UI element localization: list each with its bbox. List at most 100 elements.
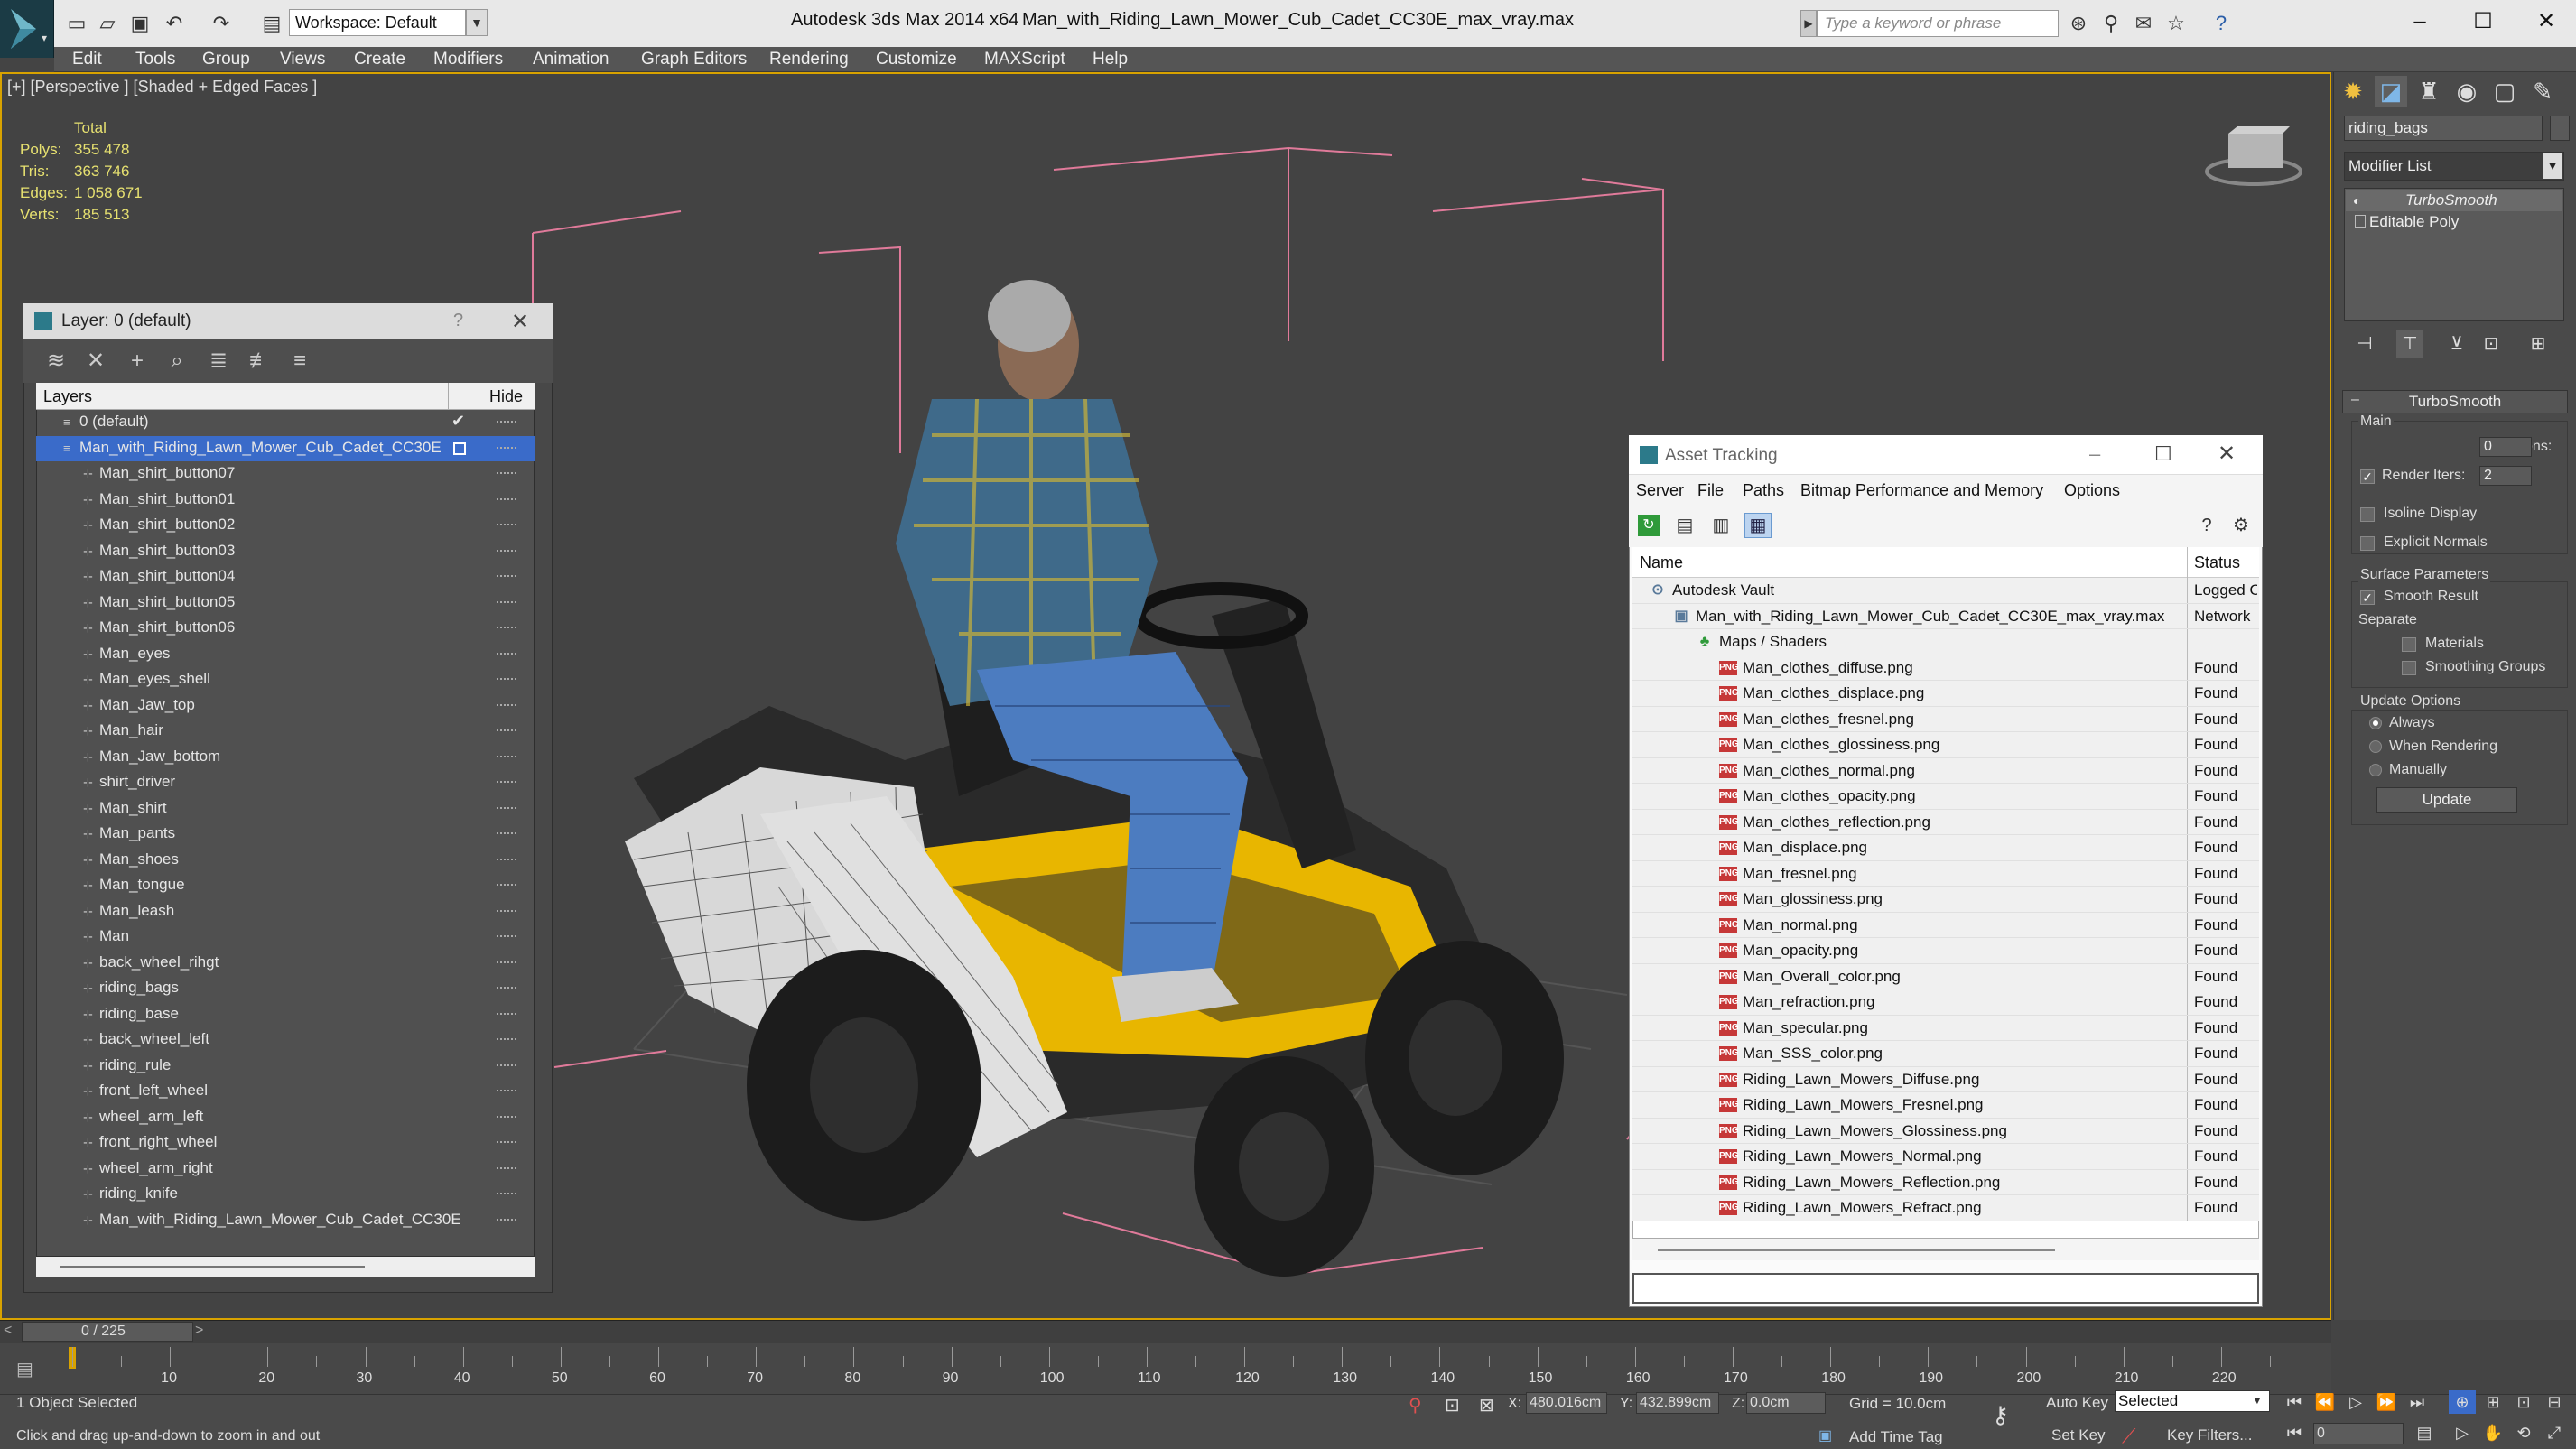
absolute-mode-icon[interactable]: ⊠ xyxy=(1479,1394,1494,1416)
smoothing-groups-checkbox[interactable] xyxy=(2402,661,2416,675)
asset-row[interactable]: PNG Man_clothes_displace.png Found xyxy=(1632,681,2259,707)
workspace-dropdown-icon[interactable]: ▼ xyxy=(466,9,488,36)
layer-row[interactable]: ⊹ Man_Jaw_bottom xyxy=(36,745,535,771)
turbosmooth-rollout-header[interactable]: TurboSmooth xyxy=(2342,390,2568,413)
detail-view-icon[interactable]: ▥ xyxy=(1710,515,1732,536)
hierarchy-tab-icon[interactable]: ♜ xyxy=(2413,76,2445,107)
x-coordinate-field[interactable]: 480.016cm xyxy=(1526,1392,1607,1414)
always-radio[interactable] xyxy=(2369,717,2382,729)
hide-toggle[interactable] xyxy=(497,909,516,913)
rollout-collapse-icon[interactable]: – xyxy=(2351,392,2359,408)
asset-row[interactable]: PNG Riding_Lawn_Mowers_Refract.png Found xyxy=(1632,1195,2259,1221)
remove-modifier-icon[interactable]: ⊡ xyxy=(2478,330,2505,358)
layer-row[interactable]: ⊹ shirt_driver xyxy=(36,770,535,796)
hide-toggle[interactable] xyxy=(497,627,516,629)
refresh-icon[interactable]: ↻ xyxy=(1638,515,1660,536)
asset-path-field[interactable] xyxy=(1632,1273,2259,1304)
add-time-tag[interactable]: Add Time Tag xyxy=(1849,1428,1943,1446)
time-slider[interactable]: < 0 / 225 > xyxy=(0,1320,2331,1343)
layer-row[interactable]: ⊹ Man_shirt_button07 xyxy=(36,461,535,488)
layer-row[interactable]: ⊹ Man_shoes xyxy=(36,848,535,874)
asset-menu-server[interactable]: Server xyxy=(1636,478,1684,502)
table-view-icon[interactable]: ▦ xyxy=(1744,513,1772,538)
lightbulb-icon[interactable]: ◐ xyxy=(2353,190,2360,211)
hide-toggle[interactable] xyxy=(497,858,516,861)
pan-icon[interactable]: ✋ xyxy=(2479,1421,2506,1444)
hide-toggle[interactable] xyxy=(497,1115,516,1119)
menu-create[interactable]: Create xyxy=(354,47,405,72)
save-file-icon[interactable]: ▣ xyxy=(128,12,152,35)
smooth-result-checkbox[interactable]: ✓ xyxy=(2360,590,2375,605)
undo-icon[interactable]: ↶ xyxy=(163,12,186,35)
time-prev-icon[interactable]: < xyxy=(4,1323,12,1339)
asset-close-icon[interactable]: ✕ xyxy=(2218,441,2236,467)
asset-row[interactable]: PNG Man_fresnel.png Found xyxy=(1632,860,2259,887)
project-folder-icon[interactable]: ▤ xyxy=(260,12,284,35)
asset-row[interactable]: PNG Man_refraction.png Found xyxy=(1632,989,2259,1016)
materials-checkbox[interactable] xyxy=(2402,637,2416,652)
hide-toggle[interactable] xyxy=(497,575,516,578)
asset-scrollbar-thumb[interactable] xyxy=(1658,1249,2055,1251)
track-bar[interactable]: ▤ 10 20 30 40 50 60 70 80 90 100 110 120 130 140 150 16… xyxy=(0,1343,2331,1394)
render-iters-spinner[interactable]: 2 xyxy=(2479,466,2532,486)
layer-row[interactable]: ⊹ Man_leash xyxy=(36,899,535,925)
hide-toggle[interactable] xyxy=(497,497,516,501)
asset-row[interactable]: PNG Riding_Lawn_Mowers_Fresnel.png Found xyxy=(1632,1092,2259,1119)
selected-dropdown-chevron-icon[interactable]: ▼ xyxy=(2252,1394,2263,1407)
hide-all-layers-icon[interactable]: ≢ xyxy=(247,348,273,374)
layer-row[interactable]: ⊹ Man_hair xyxy=(36,719,535,745)
menu-group[interactable]: Group xyxy=(202,47,250,72)
play-icon[interactable]: ▷ xyxy=(2342,1390,2369,1414)
asset-row[interactable]: PNG Man_glossiness.png Found xyxy=(1632,887,2259,913)
hide-toggle[interactable] xyxy=(497,755,516,758)
asset-row[interactable]: PNG Man_clothes_fresnel.png Found xyxy=(1632,706,2259,732)
hide-toggle[interactable] xyxy=(497,652,516,655)
hide-toggle[interactable] xyxy=(497,703,516,707)
app-logo-icon[interactable]: ▾ xyxy=(0,0,54,58)
search-expand-icon[interactable]: ▶ xyxy=(1800,10,1817,37)
layer-row[interactable]: ⊹ riding_bags xyxy=(36,976,535,1002)
motion-tab-icon[interactable]: ◉ xyxy=(2450,76,2483,107)
asset-row[interactable]: PNG Riding_Lawn_Mowers_Reflection.png Foun… xyxy=(1632,1169,2259,1195)
asset-row[interactable]: PNG Man_displace.png Found xyxy=(1632,835,2259,861)
layer-row[interactable]: ⊹ riding_rule xyxy=(36,1054,535,1080)
minimize-button[interactable]: – xyxy=(2402,5,2438,38)
menu-maxscript[interactable]: MAXScript xyxy=(984,47,1065,72)
make-current-layer-icon[interactable] xyxy=(453,441,466,455)
previous-frame-icon[interactable]: ⏪ xyxy=(2311,1390,2339,1414)
layer-row[interactable]: ≡ 0 (default) ✔ xyxy=(36,410,535,436)
object-color-swatch[interactable] xyxy=(2550,116,2570,141)
zoom-icon[interactable]: ⊕ xyxy=(2449,1390,2476,1414)
highlight-layer-icon[interactable]: ≣ xyxy=(206,348,231,374)
layer-row[interactable]: ⊹ back_wheel_left xyxy=(36,1027,535,1054)
when-rendering-radio[interactable] xyxy=(2369,740,2382,753)
utilities-tab-icon[interactable]: ✎ xyxy=(2526,76,2559,107)
hide-toggle[interactable] xyxy=(497,1038,516,1041)
layer-row[interactable]: ⊹ Man xyxy=(36,924,535,951)
asset-row[interactable]: PNG Riding_Lawn_Mowers_Normal.png Found xyxy=(1632,1144,2259,1170)
hide-toggle[interactable] xyxy=(497,806,516,810)
go-to-end-icon[interactable]: ⏭ xyxy=(2404,1390,2431,1414)
display-tab-icon[interactable]: ▢ xyxy=(2488,76,2521,107)
layer-row[interactable]: ⊹ Man_shirt_button03 xyxy=(36,539,535,565)
asset-row[interactable]: PNG Man_specular.png Found xyxy=(1632,1015,2259,1041)
hide-toggle[interactable] xyxy=(497,1166,516,1170)
set-key-button[interactable]: Set Key xyxy=(2051,1426,2106,1444)
asset-maximize-icon[interactable]: ☐ xyxy=(2154,442,2172,466)
delete-layer-icon[interactable]: ✕ xyxy=(83,348,108,374)
asset-row[interactable]: ♣ Maps / Shaders xyxy=(1632,629,2259,655)
hide-toggle[interactable] xyxy=(497,524,516,526)
list-view-icon[interactable]: ▤ xyxy=(1674,515,1696,536)
asset-row[interactable]: PNG Man_clothes_reflection.png Found xyxy=(1632,809,2259,835)
hide-toggle[interactable] xyxy=(497,961,516,964)
hide-toggle[interactable] xyxy=(497,884,516,887)
add-to-layer-icon[interactable]: + xyxy=(125,348,150,374)
hide-toggle[interactable] xyxy=(497,600,516,604)
explicit-normals-checkbox[interactable] xyxy=(2360,536,2375,551)
layer-row[interactable]: ⊹ Man_shirt_button04 xyxy=(36,564,535,590)
col-hide-header[interactable]: Hide xyxy=(489,387,523,406)
hide-toggle[interactable] xyxy=(497,1090,516,1092)
hide-toggle[interactable] xyxy=(497,549,516,553)
menu-modifiers[interactable]: Modifiers xyxy=(433,47,503,72)
layer-row[interactable]: ⊹ riding_knife xyxy=(36,1182,535,1208)
